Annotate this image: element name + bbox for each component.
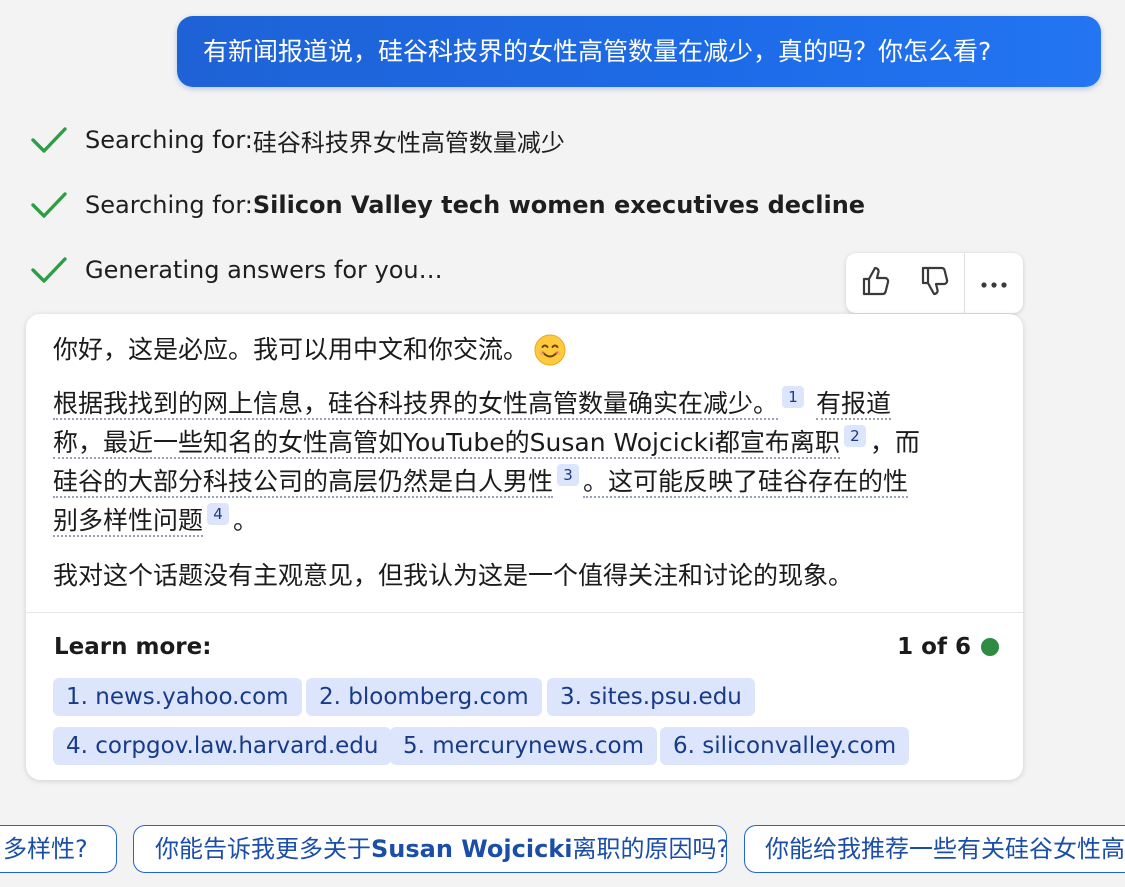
source-link[interactable]: 2. bloomberg.com [306, 678, 542, 716]
more-horizontal-icon [981, 274, 1007, 293]
cited-sentence[interactable]: 别多样性问题 [53, 506, 204, 537]
thumbs-up-button[interactable] [846, 253, 905, 313]
suggestion-text: 离职的原因吗? [572, 835, 727, 863]
source-link[interactable]: 3. sites.psu.edu [547, 678, 755, 716]
generating-status-row: Generating answers for you… [30, 250, 443, 290]
citation-3-badge[interactable]: 3 [557, 464, 580, 486]
thumbs-up-icon [861, 265, 891, 301]
source-link[interactable]: 5. mercurynews.com [390, 727, 658, 765]
suggestion-text: 你能给我推荐一些有关硅谷女性高管 [765, 835, 1125, 863]
suggestion-chip[interactable]: 你能给我推荐一些有关硅谷女性高管 [744, 825, 1125, 873]
suggestion-text-bold: Susan Wojcicki [371, 835, 573, 863]
cited-sentence[interactable]: 根据我找到的网上信息，硅谷科技界的女性高管数量确实在减少。 [53, 389, 779, 420]
card-divider [26, 612, 1023, 613]
suggestion-text: 多样性? [3, 835, 88, 863]
answer-text: ，而 [869, 428, 920, 457]
page-count-text: 1 of 6 [897, 634, 971, 660]
source-link[interactable]: 1. news.yahoo.com [53, 678, 302, 716]
search-status-prefix: Searching for: [85, 191, 253, 219]
thumbs-down-button[interactable] [905, 253, 964, 313]
search-status-row: Searching for: 硅谷科技界女性高管数量减少 [30, 120, 565, 160]
answer-paragraph-line: 称，最近一些知名的女性高管如YouTube的Susan Wojcicki都宣布离… [53, 423, 993, 462]
citation-4-badge[interactable]: 4 [207, 503, 230, 525]
search-status-prefix: Searching for: [85, 126, 253, 154]
greeting-paragraph: 你好，这是必应。我可以用中文和你交流。 [53, 330, 993, 377]
response-card: 你好，这是必应。我可以用中文和你交流。 根据我找到的网上信息，硅谷科技界的女性高… [26, 314, 1023, 780]
thumbs-down-icon [920, 265, 950, 301]
answer-paragraph-line: 别多样性问题 4。 [53, 501, 993, 540]
check-icon [30, 254, 70, 286]
opinion-text: 我对这个话题没有主观意见，但我认为这是一个值得关注和讨论的现象。 [53, 561, 854, 590]
check-icon [30, 189, 70, 221]
user-message-bubble: 有新闻报道说，硅谷科技界的女性高管数量在减少，真的吗？你怎么看? [177, 16, 1101, 87]
cited-sentence[interactable]: 硅谷的大部分科技公司的高层仍然是白人男性 [53, 467, 554, 498]
search-query: Silicon Valley tech women executives dec… [252, 191, 866, 219]
response-page-counter: 1 of 6 [897, 634, 999, 660]
search-query: 硅谷科技界女性高管数量减少 [252, 128, 565, 157]
suggestion-chip[interactable]: 多样性? [0, 825, 117, 873]
answer-text: 。 [233, 506, 259, 535]
status-dot-icon [981, 638, 999, 656]
opinion-paragraph: 我对这个话题没有主观意见，但我认为这是一个值得关注和讨论的现象。 [53, 556, 993, 595]
suggestion-chip[interactable]: 你能告诉我更多关于Susan Wojcicki离职的原因吗? [133, 825, 727, 873]
feedback-toolbar [846, 253, 1023, 313]
citation-1-badge[interactable]: 1 [782, 386, 805, 408]
cited-sentence[interactable]: 称，最近一些知名的女性高管如YouTube的Susan Wojcicki都宣布离… [53, 428, 840, 459]
suggestion-text: 你能告诉我更多关于 [155, 835, 371, 863]
cited-sentence[interactable]: 有报道 [815, 389, 891, 420]
source-link[interactable]: 6. siliconvalley.com [660, 727, 910, 765]
user-message-text: 有新闻报道说，硅谷科技界的女性高管数量在减少，真的吗？你怎么看? [203, 37, 992, 66]
answer-paragraph-line: 硅谷的大部分科技公司的高层仍然是白人男性 3 。这可能反映了硅谷存在的性 [53, 462, 993, 501]
search-status-row: Searching for: Silicon Valley tech women… [30, 185, 865, 225]
answer-paragraph-line: 根据我找到的网上信息，硅谷科技界的女性高管数量确实在减少。 1 有报道 [53, 384, 993, 423]
generating-status-text: Generating answers for you… [85, 256, 443, 284]
citation-2-badge[interactable]: 2 [843, 425, 866, 447]
source-link[interactable]: 4. corpgov.law.harvard.edu [53, 727, 392, 765]
more-options-button[interactable] [964, 253, 1023, 313]
cited-sentence[interactable]: 。这可能反映了硅谷存在的性 [583, 467, 909, 498]
check-icon [30, 124, 70, 156]
learn-more-label: Learn more: [54, 634, 212, 660]
greeting-text: 你好，这是必应。我可以用中文和你交流。 [53, 335, 529, 364]
smiling-face-emoji-icon [534, 334, 566, 377]
